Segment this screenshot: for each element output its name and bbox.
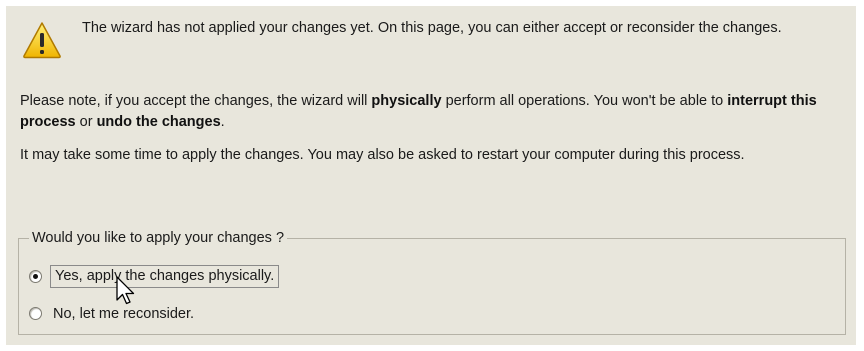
warning-icon	[23, 22, 61, 59]
apply-note-paragraph: Please note, if you accept the changes, …	[20, 91, 848, 133]
radio-dot	[33, 274, 38, 279]
note-emphasis-physically: physically	[371, 93, 442, 109]
radio-button-selected[interactable]	[29, 270, 42, 283]
note-text: Please note, if you accept the changes, …	[20, 93, 372, 109]
apply-changes-group: Would you like to apply your changes ? Y…	[18, 229, 846, 335]
group-legend: Would you like to apply your changes ?	[29, 229, 288, 247]
wizard-panel: The wizard has not applied your changes …	[6, 6, 856, 345]
radio-button-unselected[interactable]	[29, 307, 42, 320]
note-text: perform all operations. You won't be abl…	[441, 93, 728, 109]
mouse-pointer-icon	[116, 276, 135, 305]
warning-text: The wizard has not applied your changes …	[82, 20, 782, 36]
note-text: .	[220, 114, 225, 130]
apply-physically-label[interactable]: Yes, apply the changes physically.	[50, 265, 280, 288]
note-emphasis-undo: undo the changes	[96, 114, 221, 130]
reconsider-label[interactable]: No, let me reconsider.	[50, 303, 197, 325]
note-text: or	[75, 114, 97, 130]
warning-message: The wizard has not applied your changes …	[20, 17, 840, 67]
restart-info-paragraph: It may take some time to apply the chang…	[20, 147, 745, 163]
